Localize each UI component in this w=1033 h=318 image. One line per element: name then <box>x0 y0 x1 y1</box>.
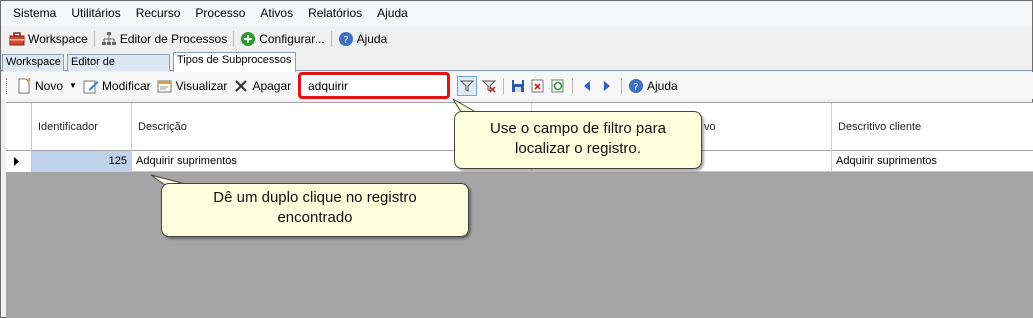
chevron-down-icon[interactable]: ▼ <box>69 81 77 90</box>
menu-bar: Sistema Utilitários Recurso Processo Ati… <box>1 1 1032 26</box>
filter-icon[interactable] <box>457 76 477 96</box>
refresh-icon[interactable] <box>548 76 568 96</box>
row-selector[interactable] <box>6 151 32 172</box>
row-header-corner <box>6 103 32 151</box>
main-toolbar: Workspace Editor de Processos Configurar… <box>1 26 1032 51</box>
previous-arrow-icon[interactable] <box>577 76 597 96</box>
help-icon: ? <box>338 31 354 47</box>
application-window: Sistema Utilitários Recurso Processo Ati… <box>0 0 1033 318</box>
menu-ativos[interactable]: Ativos <box>254 1 299 26</box>
toolbar-separator <box>572 78 573 94</box>
novo-button[interactable]: Novo ▼ <box>14 75 79 97</box>
menu-relatorios[interactable]: Relatórios <box>302 1 368 26</box>
workspace-label: Workspace <box>28 31 88 46</box>
save-icon[interactable] <box>508 76 528 96</box>
filter-tip-callout: Use o campo de filtro para localizar o r… <box>454 111 702 169</box>
record-ajuda-button[interactable]: ? Ajuda <box>626 75 680 97</box>
menu-recurso[interactable]: Recurso <box>130 1 187 26</box>
delete-icon <box>233 78 249 94</box>
editor-processos-label: Editor de Processos <box>119 31 228 46</box>
column-identificador[interactable]: Identificador <box>32 103 132 151</box>
filter-tip-line2: localizar o registro. <box>515 140 641 157</box>
double-click-tip-line2: encontrado <box>277 209 353 226</box>
workspace-button[interactable]: Workspace <box>7 28 90 50</box>
configurar-button[interactable]: Configurar... <box>238 28 326 50</box>
svg-text:?: ? <box>633 82 638 93</box>
column-descritivo-cliente[interactable]: Descritivo cliente <box>832 103 1033 151</box>
tab-workspace[interactable]: Workspace <box>2 54 64 71</box>
record-toolbar: Novo ▼ Modificar Visualizar Apagar adqui… <box>2 72 1033 99</box>
toolbar-separator <box>233 30 235 47</box>
filter-highlight <box>298 72 450 99</box>
toolbar-separator <box>621 78 622 94</box>
tab-editor-processos[interactable]: Editor de Processos <box>67 54 170 83</box>
new-document-icon <box>16 77 32 94</box>
filter-input[interactable] <box>305 78 443 94</box>
novo-label: Novo <box>35 78 64 93</box>
toolbar-separator <box>503 78 504 94</box>
toolbox-icon <box>9 31 25 47</box>
toolbar-separator <box>330 30 332 47</box>
cell-descritivo-cliente[interactable]: Adquirir suprimentos <box>832 151 1033 172</box>
menu-ajuda[interactable]: Ajuda <box>371 1 414 26</box>
clear-filter-icon[interactable] <box>479 76 499 96</box>
menu-sistema[interactable]: Sistema <box>7 1 62 26</box>
configurar-label: Configurar... <box>259 31 325 46</box>
help-icon: ? <box>628 78 644 94</box>
record-ajuda-label: Ajuda <box>647 79 678 93</box>
modificar-label: Modificar <box>101 78 151 93</box>
visualizar-label: Visualizar <box>175 78 228 93</box>
next-arrow-icon[interactable] <box>597 76 617 96</box>
add-circle-icon <box>240 31 256 47</box>
ajuda-button[interactable]: ? Ajuda <box>336 28 390 50</box>
visualizar-button[interactable]: Visualizar <box>155 75 230 97</box>
menu-utilitarios[interactable]: Utilitários <box>65 1 126 26</box>
cancel-record-icon[interactable] <box>528 76 548 96</box>
ajuda-label: Ajuda <box>356 31 388 46</box>
svg-text:?: ? <box>343 35 348 46</box>
cell-identificador[interactable]: 125 <box>32 151 132 172</box>
menu-processo[interactable]: Processo <box>189 1 251 26</box>
double-click-tip-callout: Dê um duplo clique no registro encontrad… <box>161 183 469 237</box>
edit-icon <box>83 78 99 94</box>
modificar-button[interactable]: Modificar <box>81 75 153 97</box>
current-row-arrow-icon <box>14 157 19 166</box>
apagar-button[interactable]: Apagar <box>231 75 293 97</box>
filter-tip-line1: Use o campo de filtro para <box>490 120 666 137</box>
view-icon <box>157 78 173 94</box>
editor-processos-button[interactable]: Editor de Processos <box>99 28 229 50</box>
toolbar-grip[interactable] <box>6 77 9 94</box>
hierarchy-icon <box>101 31 117 47</box>
apagar-label: Apagar <box>252 78 292 93</box>
record-actions: ? Ajuda <box>457 75 680 97</box>
tab-tipos-subprocessos[interactable]: Tipos de Subprocessos <box>173 52 296 72</box>
tab-strip: Workspace Editor de Processos Tipos de S… <box>1 52 1032 83</box>
toolbar-separator <box>93 30 95 47</box>
double-click-tip-line1: Dê um duplo clique no registro <box>213 189 417 206</box>
